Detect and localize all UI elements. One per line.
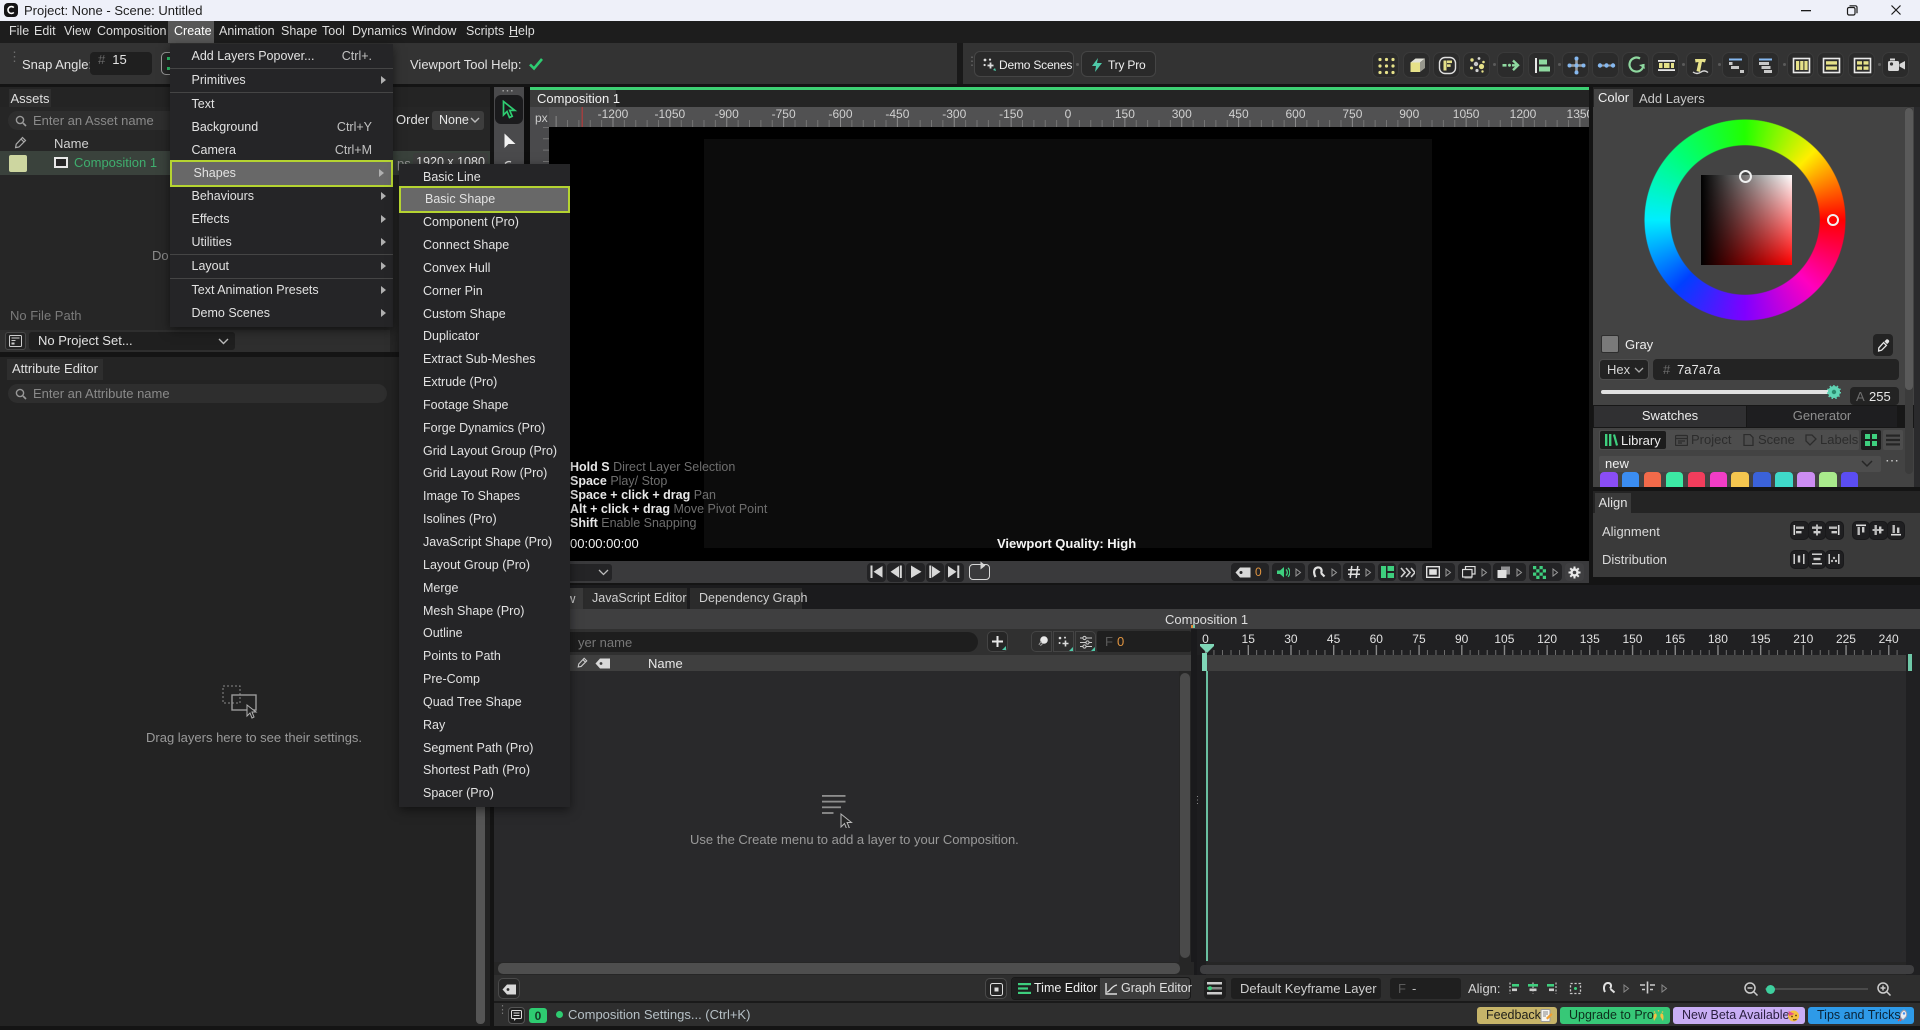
svg-text:45: 45: [1327, 632, 1341, 646]
svg-text:-750: -750: [772, 107, 796, 121]
svg-text:1350: 1350: [1567, 107, 1589, 121]
svg-text:15: 15: [1242, 632, 1256, 646]
svg-text:450: 450: [1229, 107, 1249, 121]
svg-text:150: 150: [1115, 107, 1135, 121]
svg-text:120: 120: [1537, 632, 1557, 646]
svg-text:225: 225: [1836, 632, 1856, 646]
svg-text:750: 750: [1342, 107, 1362, 121]
svg-text:-600: -600: [828, 107, 852, 121]
svg-text:-900: -900: [715, 107, 739, 121]
svg-text:-1050: -1050: [655, 107, 686, 121]
svg-text:240: 240: [1879, 632, 1899, 646]
svg-text:135: 135: [1580, 632, 1600, 646]
svg-text:600: 600: [1285, 107, 1305, 121]
svg-text:180: 180: [1708, 632, 1728, 646]
svg-text:-300: -300: [942, 107, 966, 121]
svg-text:-150: -150: [999, 107, 1023, 121]
svg-text:60: 60: [1370, 632, 1384, 646]
svg-text:210: 210: [1793, 632, 1813, 646]
svg-text:105: 105: [1494, 632, 1514, 646]
svg-text:300: 300: [1172, 107, 1192, 121]
svg-text:-1200: -1200: [598, 107, 629, 121]
svg-text:1200: 1200: [1510, 107, 1537, 121]
svg-text:900: 900: [1399, 107, 1419, 121]
svg-text:-450: -450: [885, 107, 909, 121]
svg-text:1050: 1050: [1453, 107, 1480, 121]
svg-text:30: 30: [1284, 632, 1298, 646]
svg-text:150: 150: [1622, 632, 1642, 646]
svg-text:75: 75: [1412, 632, 1426, 646]
svg-text:0: 0: [1065, 107, 1072, 121]
svg-text:90: 90: [1455, 632, 1469, 646]
svg-text:165: 165: [1665, 632, 1685, 646]
svg-text:195: 195: [1751, 632, 1771, 646]
